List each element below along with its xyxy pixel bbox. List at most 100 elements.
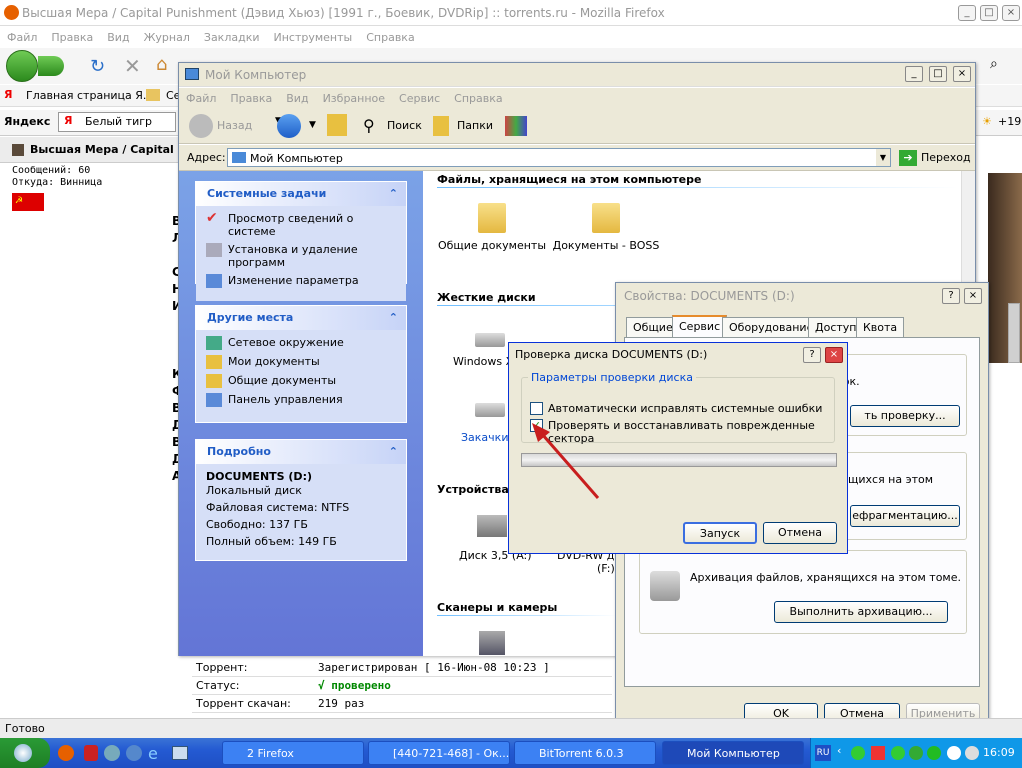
menu-file[interactable]: Файл — [179, 92, 223, 105]
views-icon[interactable] — [505, 116, 527, 136]
menu-favorites[interactable]: Избранное — [316, 92, 392, 105]
help-button[interactable]: ? — [942, 288, 960, 304]
search-icon[interactable]: ⌕ — [990, 56, 998, 72]
clock[interactable]: 16:09 — [983, 746, 1015, 759]
firefox-quicklaunch-icon[interactable] — [58, 745, 74, 761]
start-button[interactable] — [0, 738, 50, 768]
drive-zakachki[interactable]: Закачки — [461, 431, 508, 444]
up-folder-icon[interactable] — [327, 114, 347, 136]
reload-icon[interactable]: ↻ — [90, 56, 105, 77]
task-change-setting[interactable]: Изменение параметра — [206, 274, 396, 288]
task-my-computer[interactable]: Мой Компьютер — [662, 741, 804, 765]
ie-quicklaunch-icon[interactable]: e — [148, 744, 158, 763]
tab-quota[interactable]: Квота — [856, 317, 905, 337]
go-button[interactable]: Переход — [921, 151, 971, 164]
menu-edit[interactable]: Правка — [44, 31, 100, 44]
menu-history[interactable]: Журнал — [137, 31, 197, 44]
help-button[interactable]: ? — [803, 347, 821, 363]
divider — [437, 615, 617, 616]
auto-fix-checkbox[interactable] — [530, 402, 543, 415]
network-quicklaunch-icon[interactable] — [126, 745, 142, 761]
close-button[interactable]: × — [953, 66, 971, 82]
minimize-button[interactable]: _ — [958, 5, 976, 21]
cancel-button[interactable]: Отмена — [763, 522, 837, 544]
tray-icon[interactable] — [891, 746, 905, 760]
yandex-logo-icon: Я — [64, 114, 73, 127]
menu-help[interactable]: Справка — [359, 31, 421, 44]
page-scrollbar-thumb[interactable] — [1008, 303, 1020, 363]
backup-button[interactable]: Выполнить архивацию... — [774, 601, 948, 623]
hard-drive-icon — [475, 333, 505, 347]
task-firefox[interactable]: 2 Firefox — [222, 741, 364, 765]
folders-button[interactable]: Папки — [457, 119, 493, 132]
defrag-text: щихся на этом — [848, 473, 934, 486]
start-button[interactable]: Запуск — [683, 522, 757, 544]
home-icon[interactable]: ⌂ — [156, 54, 167, 75]
task-bittorrent[interactable]: BitTorrent 6.0.3 — [514, 741, 656, 765]
window-title: Высшая Мера / Capital Punishment (Дэвид … — [22, 5, 665, 20]
divider — [437, 187, 957, 188]
panel-header[interactable]: Системные задачи ⌃ — [196, 182, 406, 206]
place-shared-documents[interactable]: Общие документы — [206, 374, 396, 388]
menu-tools[interactable]: Инструменты — [267, 31, 360, 44]
tab-active[interactable]: Высшая Мера / Capital Pu — [30, 143, 178, 156]
search-button[interactable]: Поиск — [387, 119, 422, 132]
tab-service[interactable]: Сервис — [672, 315, 728, 338]
go-arrow-icon[interactable]: ➔ — [899, 150, 917, 166]
drive-dvd-letter: (F:) — [597, 562, 615, 575]
address-label: Адрес: — [187, 151, 226, 164]
menu-service[interactable]: Сервис — [392, 92, 447, 105]
yandex-label[interactable]: Яндекс — [4, 115, 50, 128]
menu-file[interactable]: Файл — [0, 31, 44, 44]
tab-hardware[interactable]: Оборудование — [722, 317, 821, 337]
defrag-button[interactable]: ефрагментацию... — [850, 505, 960, 527]
chevron-down-icon[interactable]: ▼ — [309, 120, 316, 130]
close-button[interactable]: × — [964, 288, 982, 304]
tray-icon[interactable] — [965, 746, 979, 760]
tray-icon[interactable] — [927, 746, 941, 760]
place-control-panel[interactable]: Панель управления — [206, 393, 396, 407]
forward-icon[interactable] — [38, 56, 64, 76]
minimize-button[interactable]: _ — [905, 66, 923, 82]
tray-icon[interactable] — [909, 746, 923, 760]
place-my-documents[interactable]: Мои документы — [206, 355, 396, 369]
chevron-left-icon[interactable]: ‹ — [837, 744, 841, 757]
bookmark-yandex[interactable]: Главная страница Я... — [26, 89, 153, 102]
menu-view[interactable]: Вид — [279, 92, 315, 105]
maximize-button[interactable]: □ — [929, 66, 947, 82]
menu-help[interactable]: Справка — [447, 92, 509, 105]
maximize-button[interactable]: □ — [980, 5, 998, 21]
app-quicklaunch-icon[interactable] — [104, 745, 120, 761]
folders-icon[interactable] — [433, 116, 449, 136]
forward-icon[interactable] — [277, 114, 301, 138]
search-icon[interactable]: ⚲ — [363, 116, 375, 135]
auto-fix-label[interactable]: Автоматически исправлять системные ошибк… — [548, 402, 822, 415]
panel-header[interactable]: Подробно ⌃ — [196, 440, 406, 464]
opera-quicklaunch-icon[interactable] — [84, 745, 98, 761]
task-ok[interactable]: [440-721-468] - Ок... — [368, 741, 510, 765]
check-now-button[interactable]: ть проверку... — [850, 405, 960, 427]
chevron-down-icon[interactable]: ▼ — [876, 149, 890, 166]
stop-icon[interactable]: ✕ — [124, 54, 141, 78]
tray-icon[interactable] — [851, 746, 865, 760]
address-field[interactable]: Мой Компьютер ▼ — [227, 148, 891, 167]
panel-header[interactable]: Другие места ⌃ — [196, 306, 406, 330]
close-button[interactable]: × — [1002, 5, 1020, 21]
task-add-remove-programs[interactable]: Установка и удаление программ — [206, 243, 396, 269]
shared-documents-folder[interactable]: Общие документы — [437, 203, 547, 252]
task-view-system-info[interactable]: ✔ Просмотр сведений о системе — [206, 211, 396, 238]
close-button[interactable]: × — [825, 347, 843, 363]
menu-bookmarks[interactable]: Закладки — [197, 31, 267, 44]
desktop-quicklaunch-icon[interactable] — [172, 746, 188, 760]
place-network[interactable]: Сетевое окружение — [206, 336, 396, 350]
menu-edit[interactable]: Правка — [223, 92, 279, 105]
menu-view[interactable]: Вид — [100, 31, 136, 44]
boss-documents-folder[interactable]: Документы - BOSS — [551, 203, 661, 252]
language-indicator[interactable]: RU — [815, 745, 831, 761]
back-button[interactable]: Назад — [217, 119, 252, 132]
yandex-search-field[interactable]: Белый тигр — [58, 112, 176, 132]
back-icon[interactable] — [189, 114, 213, 138]
tray-icon[interactable] — [871, 746, 885, 760]
tray-icon[interactable] — [947, 746, 961, 760]
back-icon[interactable] — [6, 50, 38, 82]
